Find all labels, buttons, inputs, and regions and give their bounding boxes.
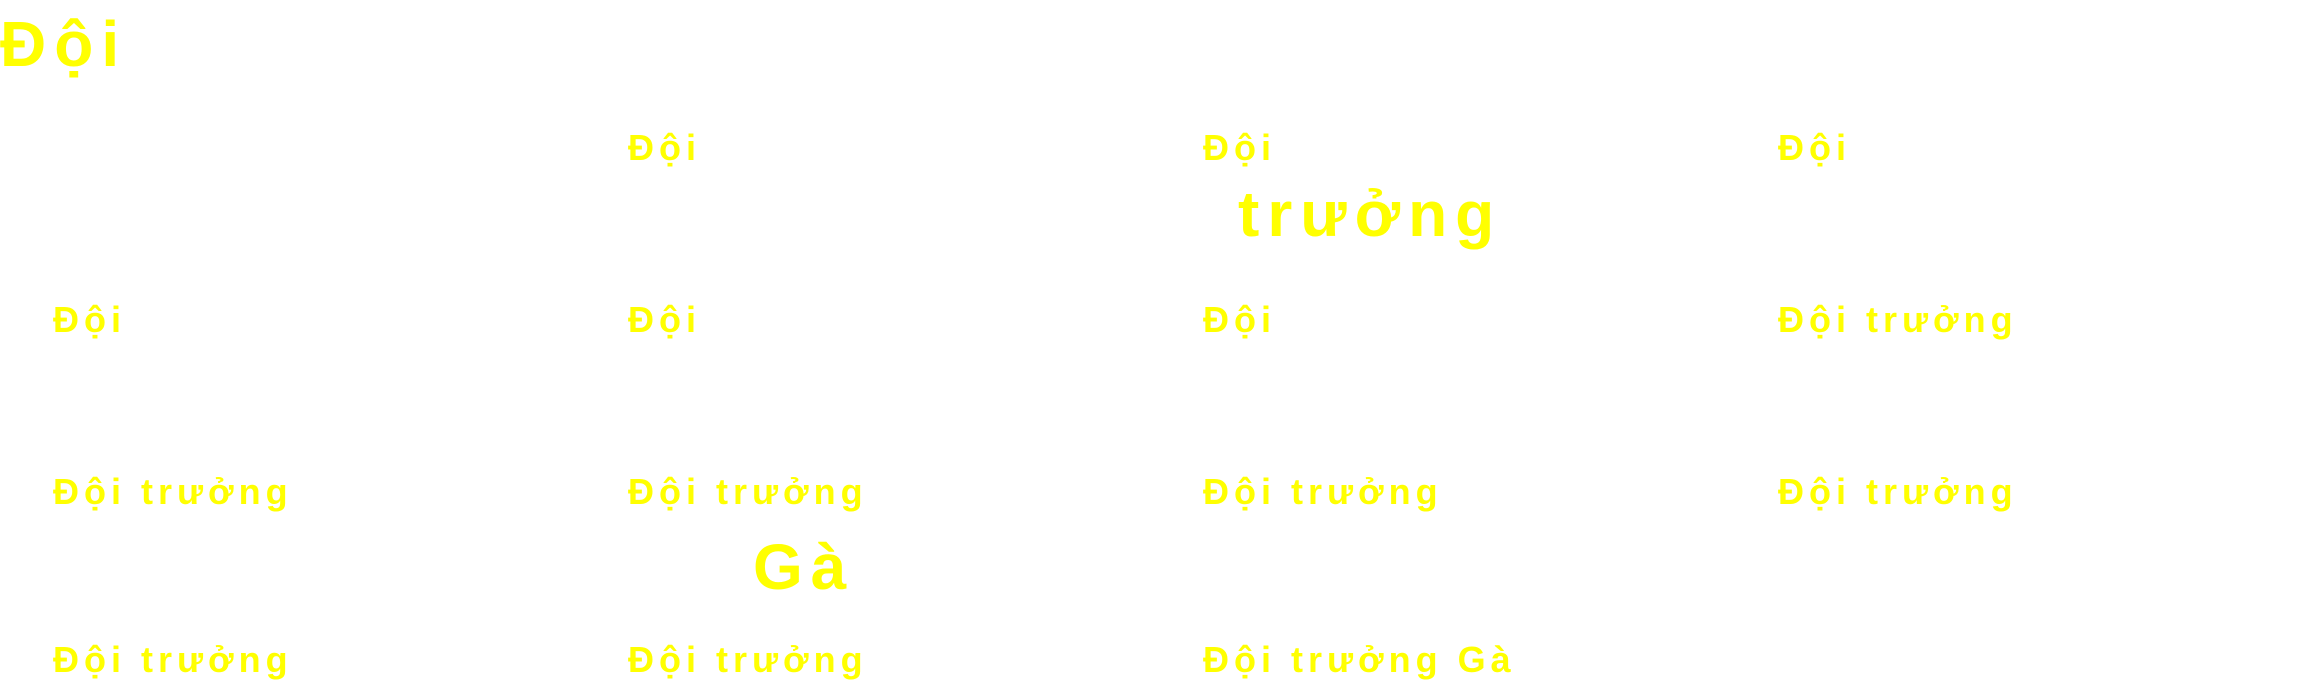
label-r3-c0: Đội trưởng bbox=[53, 471, 293, 512]
label-r2-c1: Đội bbox=[628, 299, 701, 340]
label-r1-c3: Đội bbox=[1778, 127, 1851, 168]
label-r3-c3: Đội trưởng bbox=[1778, 471, 2018, 512]
label-r4-c2: Đội trưởng Gà bbox=[1203, 639, 1516, 680]
label-r1-c1: Đội bbox=[628, 127, 701, 168]
label-r2-c3: Đội trưởng bbox=[1778, 299, 2018, 340]
label-r1-c2-big: trưởng bbox=[1238, 178, 1503, 250]
title-text: Đội bbox=[0, 8, 128, 80]
label-r3-c1-big: Gà bbox=[753, 531, 855, 603]
label-r1-c2: Đội bbox=[1203, 127, 1276, 168]
label-r4-c1: Đội trưởng bbox=[628, 639, 868, 680]
label-r2-c0: Đội bbox=[53, 299, 126, 340]
label-r4-c0: Đội trưởng bbox=[53, 639, 293, 680]
label-r3-c2: Đội trưởng bbox=[1203, 471, 1443, 512]
label-r2-c2: Đội bbox=[1203, 299, 1276, 340]
label-r3-c1: Đội trưởng bbox=[628, 471, 868, 512]
